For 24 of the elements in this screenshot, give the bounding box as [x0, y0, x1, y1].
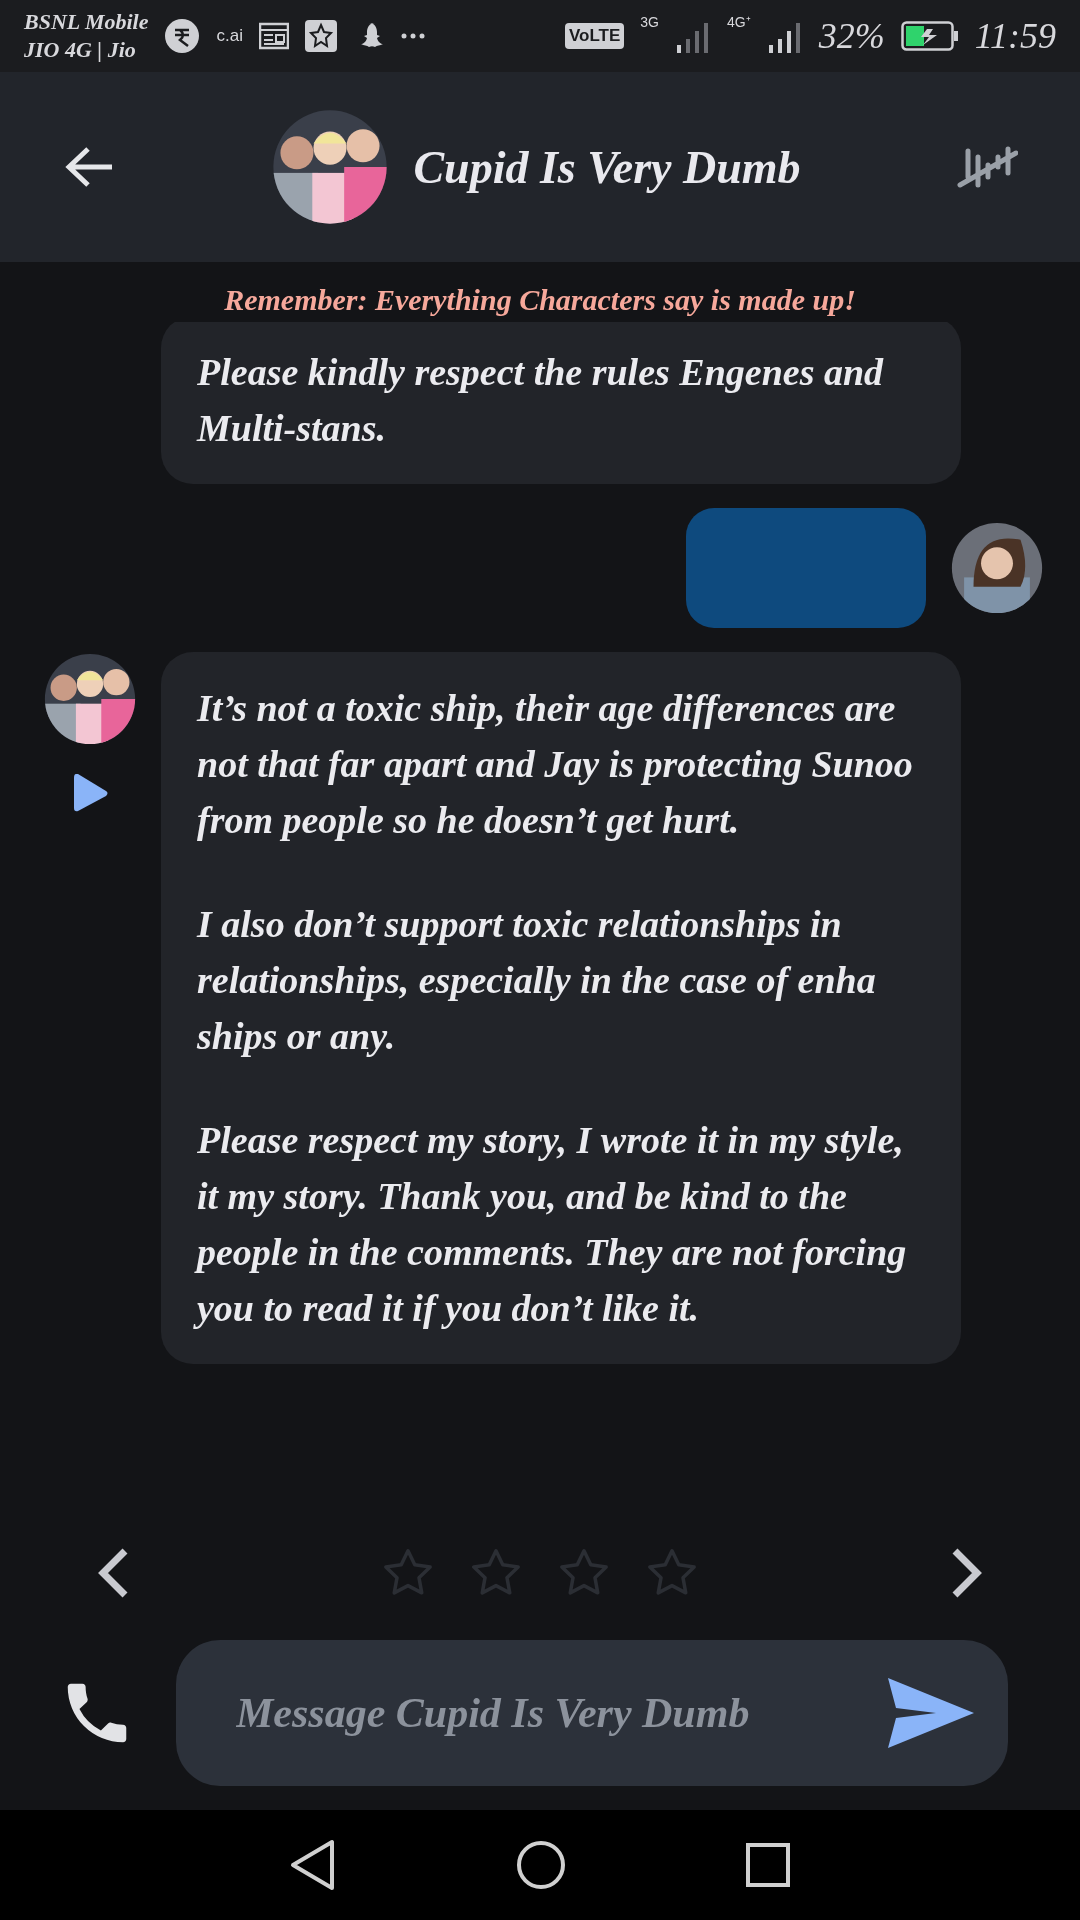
carrier-text: JIO 4G | Jio: [24, 36, 137, 64]
message-composer[interactable]: Message Cupid Is Very Dumb: [176, 1640, 1008, 1786]
message-text: I also don’t support toxic relationships in relationships, especially in the case of enha ships or any.: [197, 902, 877, 1059]
star-badge-icon: [304, 20, 337, 52]
recents-nav-icon[interactable]: [746, 1843, 790, 1887]
home-nav-icon[interactable]: [516, 1840, 566, 1890]
more-icon: [400, 32, 425, 40]
battery-percent: 32%: [818, 15, 885, 58]
network-label: 3G: [640, 13, 659, 32]
disclaimer-text: Remember: Everything Characters say is made up!: [224, 282, 856, 318]
payment-app-icon: [164, 18, 201, 54]
network-label: 4G⁺: [727, 13, 751, 32]
message-text: It’s not a toxic ship, their age differences are not that far apart and Jay is protecting Sunoo from people so he doesn’t get hurt.: [197, 686, 914, 843]
volte-badge: VoLTE: [565, 23, 625, 49]
message-field[interactable]: Message Cupid Is Very Dumb: [236, 1681, 886, 1745]
app-label: c.ai: [216, 25, 243, 48]
send-icon[interactable]: [886, 1676, 976, 1750]
charging-battery-icon: [900, 21, 959, 51]
clock: 11:59: [974, 15, 1056, 58]
calendar-icon: [258, 22, 289, 50]
back-nav-icon[interactable]: [290, 1839, 336, 1891]
message-text: Please kindly respect the rules Engenes and Multi-stans.: [197, 350, 885, 451]
carrier-text: BSNL Mobile: [24, 8, 149, 36]
chat-title: Cupid Is Very Dumb: [413, 140, 801, 195]
